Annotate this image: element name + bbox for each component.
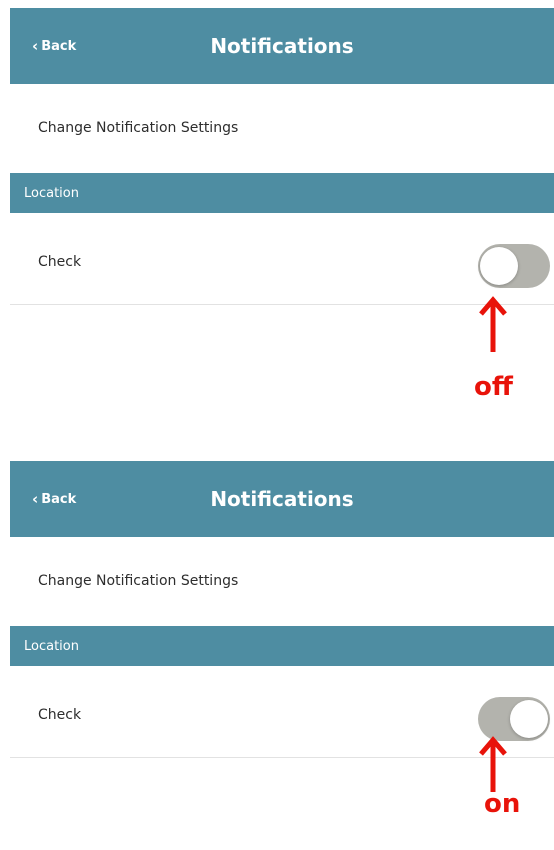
check-toggle[interactable] <box>478 244 550 288</box>
section-header: Location <box>10 626 554 666</box>
nav-bar: ‹ Back Notifications <box>10 461 554 537</box>
settings-subtitle: Change Notification Settings <box>38 120 239 136</box>
annotation-off: off <box>474 372 513 402</box>
nav-bar: ‹ Back Notifications <box>10 8 554 84</box>
arrow-up-icon <box>479 736 507 792</box>
arrow-up-icon <box>479 296 507 352</box>
row-divider <box>10 304 554 305</box>
toggle-knob <box>510 700 548 738</box>
page-title: Notifications <box>210 34 354 58</box>
section-label: Location <box>24 638 79 654</box>
settings-subtitle: Change Notification Settings <box>38 573 239 589</box>
toggle-knob <box>480 247 518 285</box>
section-label: Location <box>24 185 79 201</box>
check-label: Check <box>38 707 82 723</box>
check-label: Check <box>38 254 82 270</box>
page-title: Notifications <box>210 487 354 511</box>
row-divider <box>10 757 554 758</box>
section-header: Location <box>10 173 554 213</box>
annotation-on: on <box>484 789 521 819</box>
